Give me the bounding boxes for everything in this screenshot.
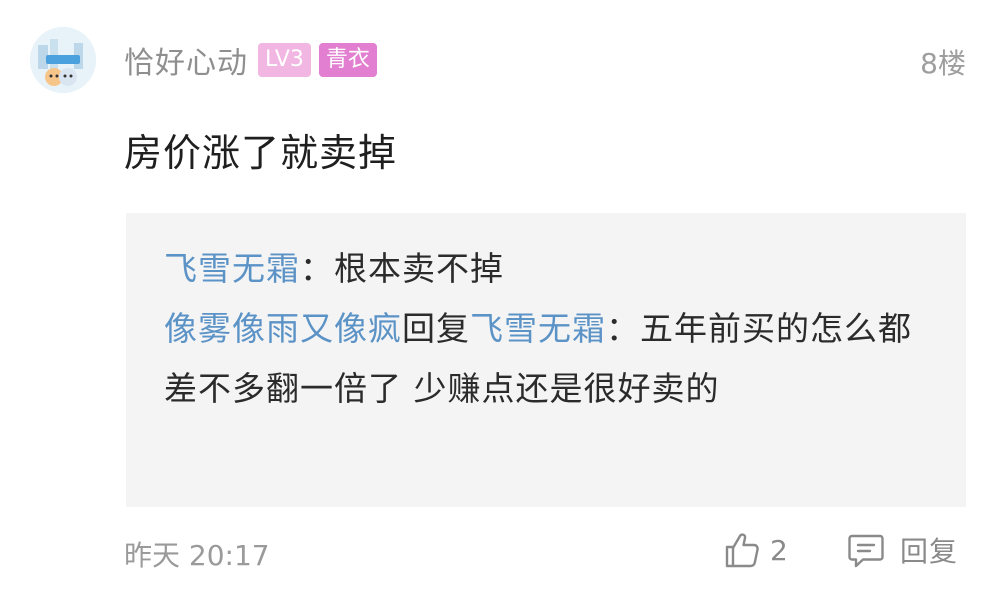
level-badge: LV3 (258, 43, 311, 77)
reply-word: 回复 (402, 309, 470, 348)
comment-bubble-icon (848, 534, 884, 568)
reply-separator: ： (300, 249, 334, 288)
floor-number: 8楼 (920, 47, 966, 80)
comment-header: 恰好心动 LV3 青衣 (124, 38, 377, 82)
reply-label: 回复 (900, 535, 959, 568)
comment-content: 房价涨了就卖掉 (124, 131, 398, 175)
replies-box[interactable]: 飞雪无霜：根本卖不掉 像雾像雨又像疯回复飞雪无霜：五年前买的怎么都差不多翻一倍了… (126, 213, 966, 507)
like-button[interactable]: 2 (722, 530, 788, 570)
reply-item[interactable]: 像雾像雨又像疯回复飞雪无霜：五年前买的怎么都差不多翻一倍了 少赚点还是很好卖的 (164, 299, 934, 419)
reply-author[interactable]: 像雾像雨又像疯 (164, 309, 402, 348)
reply-text: 根本卖不掉 (334, 249, 504, 288)
reply-author[interactable]: 飞雪无霜 (164, 249, 300, 288)
reply-separator: ： (606, 309, 640, 348)
timestamp: 昨天 20:17 (124, 539, 270, 572)
avatar-image (30, 27, 96, 93)
reply-target[interactable]: 飞雪无霜 (470, 309, 606, 348)
avatar[interactable] (30, 27, 96, 93)
reply-button[interactable]: 回复 (846, 530, 958, 570)
like-count: 2 (770, 533, 788, 567)
username[interactable]: 恰好心动 (124, 38, 248, 82)
reply-item[interactable]: 飞雪无霜：根本卖不掉 (164, 239, 934, 299)
thumbs-up-icon (725, 533, 759, 568)
title-badge: 青衣 (318, 43, 377, 77)
